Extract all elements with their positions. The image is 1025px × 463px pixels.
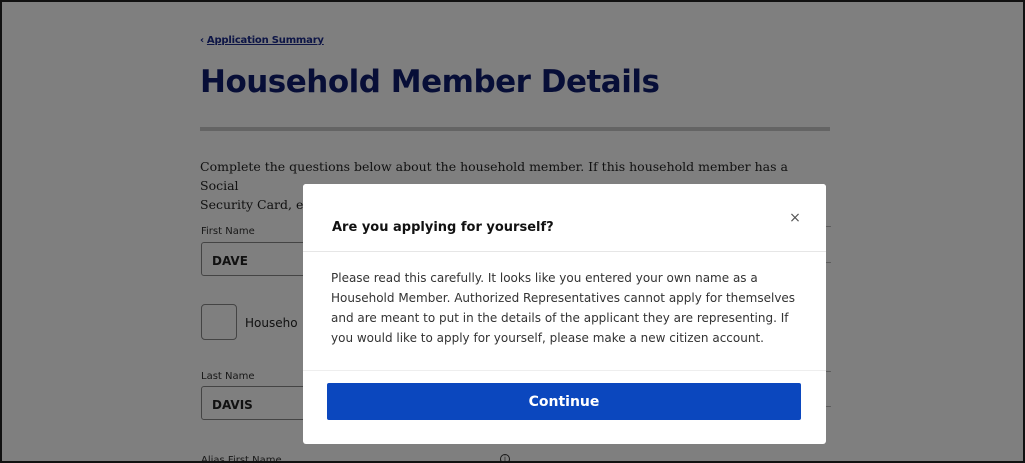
dialog-message: Please read this carefully. It looks lik… [331,271,796,345]
close-icon[interactable]: × [788,211,802,225]
dialog-title: Are you applying for yourself? [332,220,554,235]
confirm-dialog: Are you applying for yourself? × Please … [303,184,826,444]
dialog-separator [303,370,826,371]
browser-frame: ‹Application Summary Household Member De… [0,0,1025,463]
dialog-header: Are you applying for yourself? × [303,184,826,252]
continue-button[interactable]: Continue [327,383,801,420]
